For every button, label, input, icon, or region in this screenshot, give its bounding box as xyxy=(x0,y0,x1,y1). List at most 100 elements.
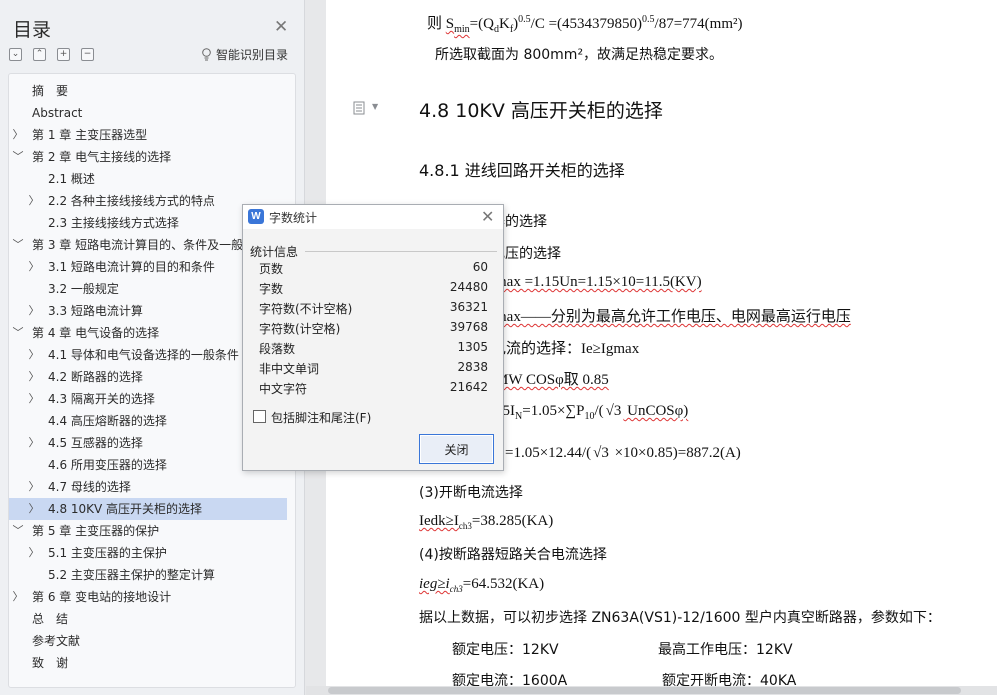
doc-line-summary: 据以上数据，可以初步选择 ZN63A(VS1)-12/1600 型户内真空断路器… xyxy=(419,610,941,626)
toc-item-label: 参考文献 xyxy=(32,634,81,648)
toc-item[interactable]: 〉 4.7 母线的选择 xyxy=(9,476,295,498)
toc-item[interactable]: 〉第 1 章 主变压器选型 xyxy=(9,124,295,146)
toc-item[interactable]: 参考文献 xyxy=(9,630,295,652)
toc-item-label: 4.7 母线的选择 xyxy=(48,480,131,494)
heading-4-8: 4.8 10KV 高压开关柜的选择 xyxy=(419,100,663,122)
chevron-right-icon[interactable]: 〉 xyxy=(12,124,24,146)
stat-row: 中文字符 21642 xyxy=(259,380,488,400)
doc-line-smin: 则 Smin=(QdKf)0.5/C =(4534379850)0.5/87=7… xyxy=(427,14,743,35)
doc-line-current: 电流的选择：Ie≥Igmax xyxy=(491,341,640,357)
smart-toc-button[interactable]: 智能识别目录 xyxy=(201,46,288,63)
toc-item-label: 2.2 各种主接线接线方式的特点 xyxy=(48,194,215,208)
group-divider xyxy=(305,251,497,252)
toc-item-label: 第 4 章 电气设备的选择 xyxy=(32,326,160,340)
stat-row: 字符数(计空格) 39768 xyxy=(259,320,488,340)
doc-line-rated-voltage: 额定电压：12KV xyxy=(452,642,559,658)
chevron-down-icon[interactable]: ﹀ xyxy=(12,322,24,344)
add-heading-icon[interactable]: + xyxy=(57,48,70,61)
toc-item-label: 第 5 章 主变压器的保护 xyxy=(32,524,160,538)
stat-value: 2838 xyxy=(457,360,488,374)
stat-key: 字符数(不计空格) xyxy=(259,302,353,316)
chevron-down-icon[interactable]: ▼ xyxy=(372,102,378,111)
toc-item-label: 2.3 主接线接线方式选择 xyxy=(48,216,179,230)
chevron-right-icon[interactable]: 〉 xyxy=(28,388,40,410)
stat-row: 段落数 1305 xyxy=(259,340,488,360)
chevron-right-icon[interactable]: 〉 xyxy=(28,190,40,212)
toc-item[interactable]: ﹀ 第 5 章 主变压器的保护 xyxy=(9,520,295,542)
expand-up-icon[interactable]: ⌃ xyxy=(33,48,46,61)
stat-key: 非中文单词 xyxy=(259,362,320,376)
doc-line-mw: MW COSφ取 0.85 xyxy=(495,372,609,388)
stats-group-label: 统计信息 xyxy=(250,245,299,259)
dialog-title: 字数统计 xyxy=(269,211,318,225)
collapse-all-icon[interactable]: ⌄ xyxy=(9,48,22,61)
toc-item[interactable]: 〉 4.8 10KV 高压开关柜的选择 xyxy=(9,498,287,520)
paragraph-layout-icon[interactable] xyxy=(353,101,367,115)
stat-value: 1305 xyxy=(457,340,488,354)
chevron-right-icon[interactable]: 〉 xyxy=(28,542,40,564)
toc-item-label: 第 3 章 短路电流计算目的、条件及一般规定 xyxy=(32,238,268,252)
chevron-right-icon[interactable]: 〉 xyxy=(28,300,40,322)
stat-row: 页数 60 xyxy=(259,260,488,280)
stat-key: 字数 xyxy=(259,282,284,296)
toc-item[interactable]: 〉第 6 章 变电站的接地设计 xyxy=(9,586,295,608)
chevron-right-icon[interactable]: 〉 xyxy=(28,366,40,388)
dialog-close-icon[interactable]: ✕ xyxy=(481,207,494,226)
toc-item-label: 2.1 概述 xyxy=(48,172,95,186)
chevron-down-icon[interactable]: ﹀ xyxy=(12,234,24,256)
stat-value: 21642 xyxy=(449,380,488,394)
toc-item[interactable]: 〉 5.1 主变压器的主保护 xyxy=(9,542,295,564)
stat-value: 24480 xyxy=(449,280,488,294)
chevron-right-icon[interactable]: 〉 xyxy=(28,432,40,454)
doc-line-iedk: Iedk≥Ich3=38.285(KA) xyxy=(419,513,554,531)
doc-line-umax: max =1.15Un=1.15×10=11.5(KV) xyxy=(495,274,702,290)
stat-row: 字符数(不计空格) 36321 xyxy=(259,300,488,320)
chevron-right-icon[interactable]: 〉 xyxy=(28,498,40,520)
chevron-right-icon[interactable]: 〉 xyxy=(28,344,40,366)
toc-item[interactable]: 致 谢 xyxy=(9,652,295,674)
stat-row: 非中文单词 2838 xyxy=(259,360,488,380)
wps-logo-icon: W xyxy=(248,209,264,224)
remove-heading-icon[interactable]: − xyxy=(81,48,94,61)
horizontal-scrollbar-thumb[interactable] xyxy=(328,687,961,694)
toc-item[interactable]: Abstract xyxy=(9,102,295,124)
include-footnotes-label[interactable]: 包括脚注和尾注(F) xyxy=(271,409,371,426)
toc-item-label: Abstract xyxy=(32,106,83,120)
toc-item-label: 3.1 短路电流计算的目的和条件 xyxy=(48,260,215,274)
stat-key: 中文字符 xyxy=(259,382,308,396)
toc-item-label: 4.6 所用变压器的选择 xyxy=(48,458,167,472)
stat-key: 字符数(计空格) xyxy=(259,322,341,336)
stat-key: 页数 xyxy=(259,262,284,276)
doc-line-formula-2: =1.05×12.44/(√3 ×10×0.85)=887.2(A) xyxy=(505,445,741,461)
toc-item-label: 3.3 短路电流计算 xyxy=(48,304,143,318)
doc-line-umax-desc: max——分别为最高允许工作电压、电网最高运行电压 xyxy=(495,309,851,325)
chevron-right-icon[interactable]: 〉 xyxy=(12,586,24,608)
chevron-down-icon[interactable]: ﹀ xyxy=(12,146,24,168)
toc-item-label: 总 结 xyxy=(32,612,69,626)
toc-item[interactable]: 总 结 xyxy=(9,608,295,630)
stat-value: 39768 xyxy=(449,320,488,334)
toc-close-icon[interactable]: ✕ xyxy=(274,17,288,37)
toc-item[interactable]: 2.1 概述 xyxy=(9,168,295,190)
lightbulb-icon xyxy=(202,48,211,61)
smart-toc-label: 智能识别目录 xyxy=(216,48,289,62)
toc-item-label: 4.5 互感器的选择 xyxy=(48,436,143,450)
toc-item-label: 第 2 章 电气主接线的选择 xyxy=(32,150,172,164)
toc-item-label: 第 1 章 主变压器选型 xyxy=(32,128,148,142)
chevron-right-icon[interactable]: 〉 xyxy=(28,476,40,498)
chevron-right-icon[interactable]: 〉 xyxy=(28,256,40,278)
close-button[interactable]: 关闭 xyxy=(419,434,494,464)
dialog-titlebar[interactable]: W 字数统计 ✕ xyxy=(243,205,503,229)
doc-line-break-selection: (3)开断电流选择 xyxy=(419,485,523,501)
toc-item-label: 致 谢 xyxy=(32,656,69,670)
stat-value: 36321 xyxy=(449,300,488,314)
chevron-down-icon[interactable]: ﹀ xyxy=(12,520,24,542)
toc-item-label: 4.2 断路器的选择 xyxy=(48,370,143,384)
doc-line-ieg: ieg≥ich3=64.532(KA) xyxy=(419,576,545,594)
toc-item[interactable]: 摘 要 xyxy=(9,80,295,102)
toc-item[interactable]: ﹀ 第 2 章 电气主接线的选择 xyxy=(9,146,295,168)
toc-item[interactable]: 5.2 主变压器主保护的整定计算 xyxy=(9,564,295,586)
toc-item-label: 5.1 主变压器的主保护 xyxy=(48,546,167,560)
doc-line-close-selection: (4)按断路器短路关合电流选择 xyxy=(419,547,607,563)
include-footnotes-checkbox[interactable] xyxy=(253,410,266,423)
